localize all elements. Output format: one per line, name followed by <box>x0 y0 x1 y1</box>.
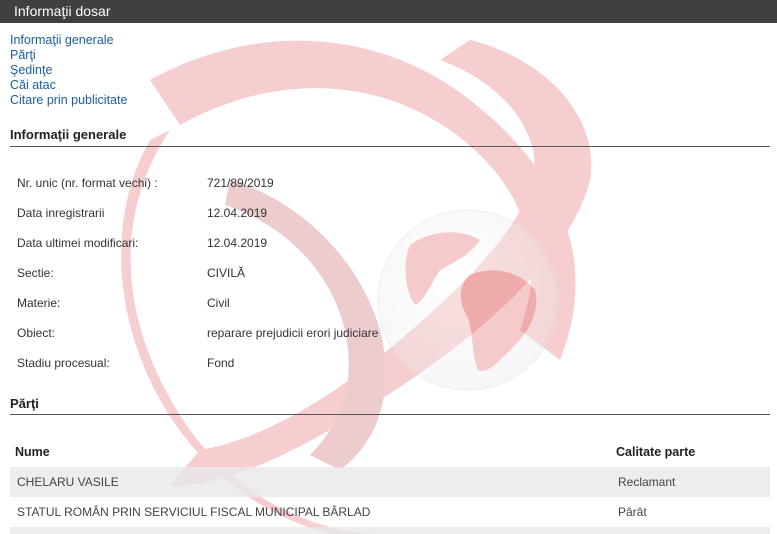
info-label: Data ultimei modificari: <box>17 236 139 250</box>
info-value: Civil <box>207 296 230 310</box>
nav-link-informatii-generale[interactable]: Informaţii generale <box>10 33 127 48</box>
info-label: Materie: <box>17 296 61 310</box>
party-name: CHELARU VASILE <box>17 475 119 489</box>
nav-link-parti[interactable]: Părţi <box>10 48 127 63</box>
info-value: 12.04.2019 <box>207 236 268 250</box>
header-title: Informaţii dosar <box>14 3 111 19</box>
table-row: CHELARU VASILE Reclamant <box>10 467 770 497</box>
party-role: Reclamant <box>618 475 676 489</box>
info-value: 12.04.2019 <box>207 206 268 220</box>
info-label: Sectie: <box>17 266 54 280</box>
info-value: CIVILĂ <box>207 266 246 280</box>
party-role: Pârât <box>618 505 647 519</box>
info-label: Obiect: <box>17 326 56 340</box>
section-nav: Informaţii generale Părţi Şedinţe Căi at… <box>10 33 127 108</box>
info-value: 721/89/2019 <box>207 176 274 190</box>
nav-link-citare-publicitate[interactable]: Citare prin publicitate <box>10 93 127 108</box>
parti-section-title: Părţi <box>10 396 39 411</box>
info-label: Data inregistrarii <box>17 206 105 220</box>
column-header-role: Calitate parte <box>616 445 696 459</box>
table-row <box>10 527 770 534</box>
info-label: Nr. unic (nr. format vechi) : <box>17 176 158 190</box>
nav-link-sedinte[interactable]: Şedinţe <box>10 63 127 78</box>
nav-link-cai-atac[interactable]: Căi atac <box>10 78 127 93</box>
party-name: STATUL ROMÂN PRIN SERVICIUL FISCAL MUNIC… <box>17 505 371 519</box>
info-value: Fond <box>207 356 235 370</box>
general-section-title: Informaţii generale <box>10 127 127 142</box>
divider <box>10 414 770 415</box>
info-value: reparare prejudicii erori judiciare <box>207 326 379 340</box>
table-row: STATUL ROMÂN PRIN SERVICIUL FISCAL MUNIC… <box>10 497 770 527</box>
column-header-name: Nume <box>15 445 50 459</box>
page-header: Informaţii dosar <box>0 0 777 23</box>
info-label: Stadiu procesual: <box>17 356 110 370</box>
divider <box>10 146 770 147</box>
